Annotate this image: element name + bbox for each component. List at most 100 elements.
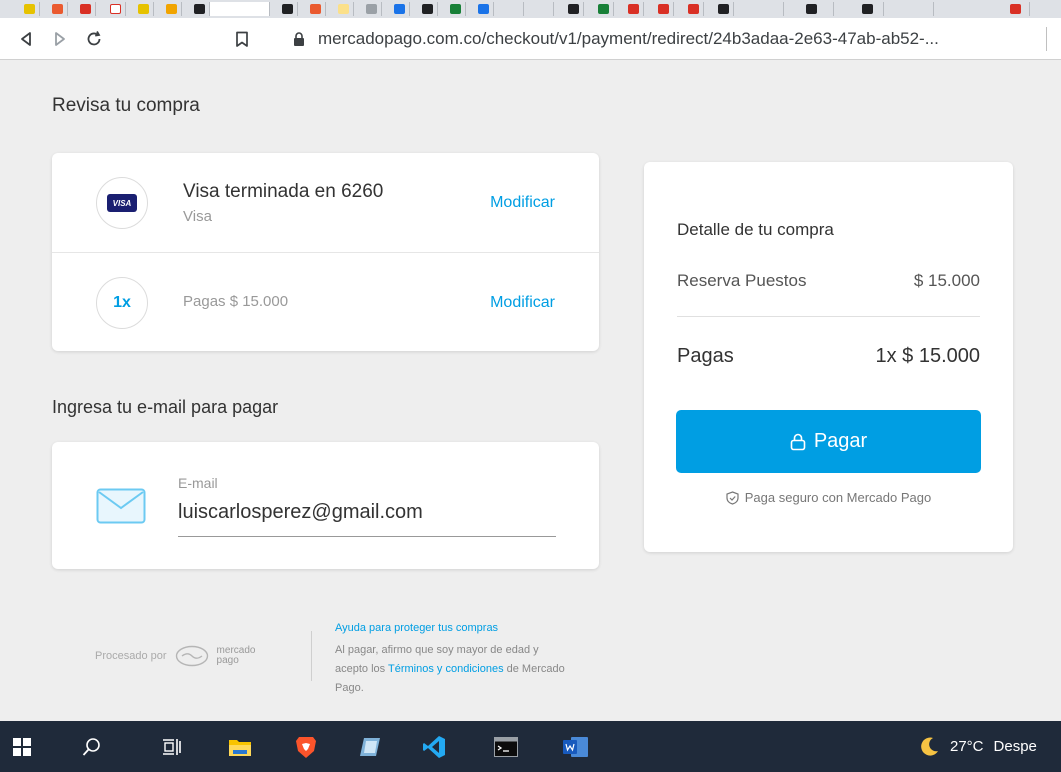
installments-text: Pagas $ 15.000 (183, 293, 289, 310)
back-icon (21, 32, 31, 46)
tab-favicon (568, 4, 579, 14)
summary-divider (677, 316, 980, 317)
email-input[interactable]: luiscarlosperez@gmail.com (178, 501, 423, 524)
tab[interactable] (734, 2, 784, 16)
visa-logo-circle: VISA (96, 177, 148, 229)
tab-favicon (110, 4, 121, 14)
tab-favicon (862, 4, 873, 14)
card-title: Visa terminada en 6260 (183, 181, 384, 202)
tab-favicon (450, 4, 461, 14)
secure-text: Paga seguro con Mercado Pago (744, 490, 932, 505)
processed-by: Procesado por mercado pago (95, 645, 255, 667)
brave-icon (296, 736, 316, 758)
email-underline (178, 536, 556, 537)
installments-badge-circle: 1x (96, 277, 148, 329)
tab-favicon (166, 4, 177, 14)
tab-favicon (310, 4, 321, 14)
processed-by-text: Procesado por (95, 650, 167, 662)
tab-favicon (138, 4, 149, 14)
summary-item-name: Reserva Puestos (677, 271, 807, 290)
installments-badge: 1x (113, 294, 131, 311)
address-bar[interactable]: mercadopago.com.co/checkout/v1/payment/r… (318, 18, 939, 60)
pay-button[interactable]: Pagar (676, 410, 981, 473)
task-view-button[interactable] (152, 721, 192, 772)
brave-browser-button[interactable] (286, 721, 326, 772)
tab-favicon (194, 4, 205, 14)
terminal-icon (494, 736, 518, 757)
legal-text: Al pagar, afirmo que soy mayor de edad y… (335, 641, 567, 698)
taskbar: 27°C Despe (0, 721, 1061, 772)
lock-icon (790, 433, 806, 450)
vscode-icon (423, 735, 445, 758)
terminal-button[interactable] (486, 721, 526, 772)
payment-method-card: VISA Visa terminada en 6260 Visa Modific… (52, 153, 599, 351)
mercado-pago-logo (175, 645, 208, 667)
temperature: 27°C (950, 738, 984, 755)
footer-divider (311, 631, 312, 681)
summary-item-value: $ 15.000 (913, 271, 980, 290)
installments-row: 1x Pagas $ 15.000 Modificar (52, 252, 599, 351)
visa-logo: VISA (107, 194, 137, 212)
tab-favicon (1010, 4, 1021, 14)
card-row: VISA Visa terminada en 6260 Visa Modific… (52, 153, 599, 252)
summary-pay-value: 1x $ 15.000 (875, 345, 980, 367)
tab[interactable] (494, 2, 524, 16)
task-view-icon (163, 738, 181, 755)
tab-favicon (52, 4, 63, 14)
tab-favicon (422, 4, 433, 14)
start-button[interactable] (0, 721, 44, 772)
back-button[interactable] (10, 18, 42, 60)
tab-active[interactable] (210, 2, 270, 16)
vscode-button[interactable] (414, 721, 454, 772)
help-link[interactable]: Ayuda para proteger tus compras (335, 622, 498, 634)
modify-card-link[interactable]: Modificar (490, 194, 555, 212)
purchase-summary-card: Detalle de tu compra Reserva Puestos $ 1… (644, 162, 1013, 552)
tab-favicon (338, 4, 349, 14)
summary-title: Detalle de tu compra (677, 220, 834, 239)
tab-favicon (394, 4, 405, 14)
tab-favicon (688, 4, 699, 14)
tab-favicon (80, 4, 91, 14)
weather-condition: Despe (993, 738, 1037, 755)
windows-icon (13, 737, 31, 756)
modify-installments-link[interactable]: Modificar (490, 294, 555, 312)
tab-favicon (366, 4, 377, 14)
review-title: Revisa tu compra (52, 95, 200, 116)
mercado-pago-brand: mercado pago (217, 646, 256, 666)
weather-widget[interactable]: 27°C Despe (918, 721, 1037, 772)
email-card: E-mail luiscarlosperez@gmail.com (52, 442, 599, 569)
tab-favicon (24, 4, 35, 14)
notepad-app-button[interactable] (350, 721, 390, 772)
tab-favicon (478, 4, 489, 14)
reload-button[interactable] (78, 18, 110, 60)
brand-line-2: pago (216, 655, 239, 666)
forward-button[interactable] (44, 18, 76, 60)
search-button[interactable] (72, 721, 112, 772)
forward-icon (55, 32, 65, 46)
tab-favicon (628, 4, 639, 14)
search-icon (82, 737, 100, 756)
toolbar-divider (1046, 27, 1047, 51)
word-icon (563, 736, 588, 757)
tab-favicon (598, 4, 609, 14)
email-label: E-mail (178, 475, 218, 491)
word-button[interactable] (556, 721, 596, 772)
bookmark-button[interactable] (226, 18, 258, 60)
email-section-title: Ingresa tu e-mail para pagar (52, 397, 279, 417)
tab-favicon (806, 4, 817, 14)
browser-toolbar: mercadopago.com.co/checkout/v1/payment/r… (0, 18, 1061, 60)
secure-note: Paga seguro con Mercado Pago (644, 490, 1013, 505)
file-explorer-button[interactable] (220, 721, 260, 772)
bookmark-icon (236, 31, 248, 47)
lock-icon (293, 32, 305, 51)
reload-icon (87, 31, 101, 46)
tab[interactable] (834, 2, 884, 16)
tab-strip[interactable] (0, 0, 1061, 18)
checkout-page: Revisa tu compra VISA Visa terminada en … (0, 61, 1061, 721)
terms-link[interactable]: Términos y condiciones (388, 663, 504, 675)
tab[interactable] (524, 2, 554, 16)
notepad-icon (360, 737, 380, 756)
envelope-icon (96, 488, 146, 529)
shield-check-icon (726, 490, 739, 505)
tab[interactable] (884, 2, 934, 16)
